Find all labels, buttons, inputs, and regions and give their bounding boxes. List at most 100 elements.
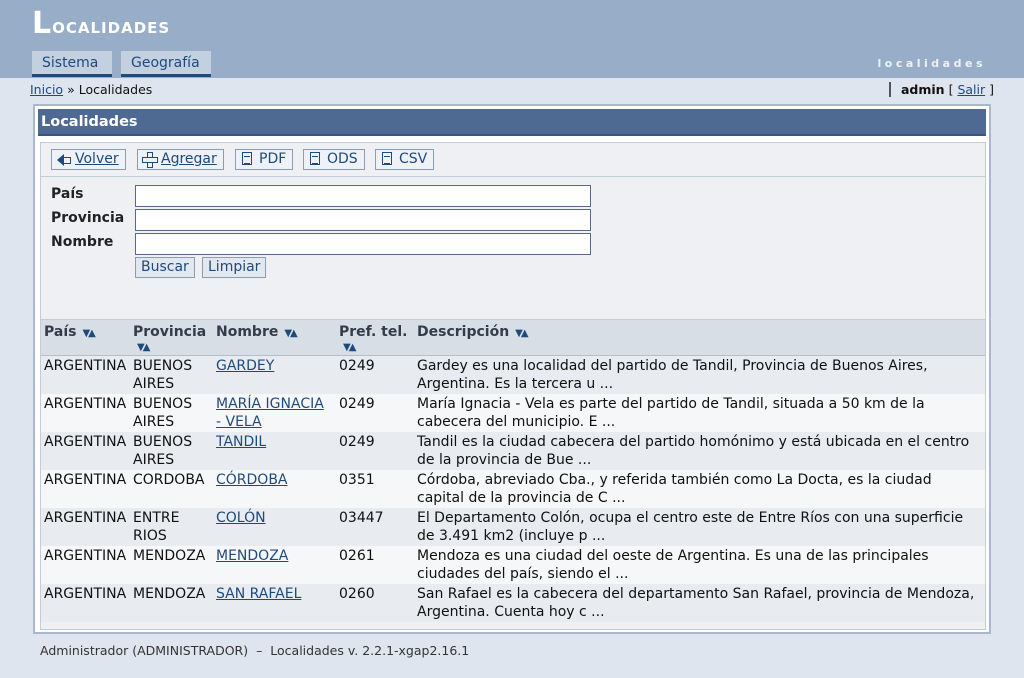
- localities-table: País ▼▲ Provincia ▼▲ Nombre ▼▲ Pref. tel. ▼▲…: [41, 319, 985, 622]
- locality-link[interactable]: COLÓN: [216, 510, 266, 526]
- footer-user: Administrador (ADMINISTRADOR): [40, 643, 249, 658]
- col-header-name[interactable]: Nombre ▼▲: [213, 319, 336, 356]
- cell-description: Mendoza es una ciudad del oeste de Argen…: [414, 546, 985, 584]
- table-row: ARGENTINA BUENOS AIRES TANDIL 0249 Tandil es…: [41, 432, 985, 470]
- locality-link[interactable]: TANDIL: [216, 434, 266, 450]
- name-label: Nombre: [51, 234, 114, 250]
- pdf-document-icon: [240, 152, 255, 167]
- cell-country: ARGENTINA: [41, 546, 130, 584]
- footer-version: Localidades v. 2.2.1-xgap2.16.1: [270, 643, 470, 658]
- cell-phone-prefix: 0249: [336, 355, 414, 394]
- cell-country: ARGENTINA: [41, 584, 130, 622]
- sort-arrows-icon[interactable]: ▼▲: [343, 342, 411, 353]
- col-header-description[interactable]: Descripción ▼▲: [414, 319, 985, 356]
- sort-arrows-icon[interactable]: ▼▲: [82, 328, 95, 339]
- cell-description: San Rafael es la cabecera del departamen…: [414, 584, 985, 622]
- user-box: admin [ Salir ]: [888, 82, 994, 97]
- cell-name[interactable]: CÓRDOBA: [213, 470, 336, 508]
- footer: Administrador (ADMINISTRADOR) – Localida…: [40, 643, 469, 658]
- pdf-button-label: PDF: [259, 151, 287, 167]
- cell-province: CORDOBA: [130, 470, 213, 508]
- username: admin: [900, 82, 945, 97]
- cell-phone-prefix: 0261: [336, 546, 414, 584]
- col-header-province[interactable]: Provincia ▼▲: [130, 319, 213, 356]
- tab-geografia[interactable]: Geografía: [121, 51, 211, 77]
- cell-province: MENDOZA: [130, 546, 213, 584]
- back-button-label: Volver: [75, 151, 119, 167]
- cell-name[interactable]: SAN RAFAEL: [213, 584, 336, 622]
- table-row: ARGENTINA BUENOS AIRES GARDEY 0249 Gardey es…: [41, 355, 985, 394]
- province-input[interactable]: [135, 209, 591, 231]
- sort-arrows-icon[interactable]: ▼▲: [284, 328, 297, 339]
- ods-button-label: ODS: [327, 151, 358, 167]
- logout-link[interactable]: Salir: [957, 82, 985, 97]
- cell-name[interactable]: GARDEY: [213, 355, 336, 394]
- cell-phone-prefix: 0260: [336, 584, 414, 622]
- add-button[interactable]: Agregar: [137, 149, 224, 170]
- locality-link[interactable]: MENDOZA: [216, 548, 288, 564]
- ods-document-icon: [308, 152, 323, 167]
- col-header-country[interactable]: País ▼▲: [41, 319, 130, 356]
- toolbar: Volver Agregar PDF ODS CSV: [41, 143, 985, 177]
- cell-phone-prefix: 0249: [336, 394, 414, 432]
- cell-country: ARGENTINA: [41, 394, 130, 432]
- province-label: Provincia: [51, 210, 125, 226]
- bracket-open: [: [948, 82, 954, 97]
- cell-name[interactable]: COLÓN: [213, 508, 336, 546]
- cell-province: MENDOZA: [130, 584, 213, 622]
- cell-phone-prefix: 0351: [336, 470, 414, 508]
- cell-name[interactable]: MARÍA IGNACIA - VELA: [213, 394, 336, 432]
- panel-body: Volver Agregar PDF ODS CSV País Provinci…: [40, 142, 986, 630]
- pdf-button[interactable]: PDF: [235, 149, 294, 170]
- locality-link[interactable]: MARÍA IGNACIA - VELA: [216, 396, 324, 430]
- breadcrumb-current: Localidades: [78, 82, 153, 97]
- cell-name[interactable]: MENDOZA: [213, 546, 336, 584]
- footer-separator: –: [256, 643, 263, 658]
- cell-province: BUENOS AIRES: [130, 432, 213, 470]
- clear-button[interactable]: Limpiar: [202, 257, 267, 278]
- cell-country: ARGENTINA: [41, 355, 130, 394]
- table-row: ARGENTINA CORDOBA CÓRDOBA 0351 Córdoba, abre…: [41, 470, 985, 508]
- app-header: Localidades Sistema Geografía localidade…: [0, 0, 1024, 78]
- breadcrumb-home-link[interactable]: Inicio: [30, 82, 63, 97]
- country-label: País: [51, 186, 84, 202]
- cell-country: ARGENTINA: [41, 432, 130, 470]
- cell-phone-prefix: 03447: [336, 508, 414, 546]
- table-row: ARGENTINA BUENOS AIRES MARÍA IGNACIA - VEL…: [41, 394, 985, 432]
- plus-icon: [142, 152, 158, 168]
- tab-sistema[interactable]: Sistema: [32, 51, 112, 77]
- main-tabs: Sistema Geografía: [32, 51, 211, 77]
- search-button[interactable]: Buscar: [135, 257, 195, 278]
- back-button[interactable]: Volver: [51, 149, 126, 170]
- panel-title: Localidades: [38, 109, 986, 136]
- sort-arrows-icon[interactable]: ▼▲: [515, 328, 528, 339]
- table-header-row: País ▼▲ Provincia ▼▲ Nombre ▼▲ Pref. tel. ▼▲…: [41, 319, 985, 356]
- cell-description: Tandil es la ciudad cabecera del partido…: [414, 432, 985, 470]
- name-input[interactable]: [135, 233, 591, 255]
- back-arrow-icon: [56, 152, 71, 167]
- table-row: ARGENTINA MENDOZA MENDOZA 0261 Mendoza es un…: [41, 546, 985, 584]
- cell-description: Córdoba, abreviado Cba., y referida tamb…: [414, 470, 985, 508]
- cell-name[interactable]: TANDIL: [213, 432, 336, 470]
- cell-phone-prefix: 0249: [336, 432, 414, 470]
- cell-description: María Ignacia - Vela es parte del partid…: [414, 394, 985, 432]
- main-panel: Localidades Volver Agregar PDF ODS CSV P…: [33, 104, 991, 634]
- ods-button[interactable]: ODS: [303, 149, 365, 170]
- table-row: ARGENTINA ENTRE RIOS COLÓN 03447 El Departam…: [41, 508, 985, 546]
- breadcrumb-separator: »: [67, 82, 75, 97]
- breadcrumb: Inicio » Localidades: [30, 82, 152, 97]
- csv-button[interactable]: CSV: [375, 149, 435, 170]
- add-button-label: Agregar: [161, 151, 217, 167]
- cell-country: ARGENTINA: [41, 470, 130, 508]
- country-input[interactable]: [135, 185, 591, 207]
- col-header-phone-prefix[interactable]: Pref. tel. ▼▲: [336, 319, 414, 356]
- cell-country: ARGENTINA: [41, 508, 130, 546]
- sort-arrows-icon[interactable]: ▼▲: [137, 342, 210, 353]
- app-subtitle: localidades: [877, 57, 986, 70]
- locality-link[interactable]: SAN RAFAEL: [216, 586, 301, 602]
- app-title: Localidades: [32, 6, 171, 41]
- cell-province: BUENOS AIRES: [130, 394, 213, 432]
- locality-link[interactable]: GARDEY: [216, 358, 274, 374]
- locality-link[interactable]: CÓRDOBA: [216, 472, 288, 488]
- csv-document-icon: [380, 152, 395, 167]
